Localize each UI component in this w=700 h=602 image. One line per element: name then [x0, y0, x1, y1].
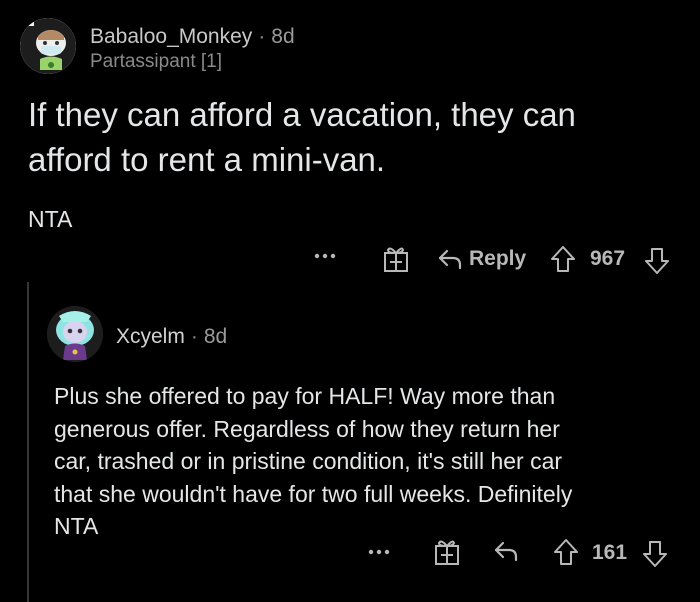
comment-age: 8d — [271, 25, 295, 48]
upvote-button[interactable] — [550, 245, 576, 273]
more-options-button[interactable] — [313, 250, 337, 262]
reply-arrow-icon — [494, 541, 518, 562]
arrow-down-icon — [645, 248, 669, 274]
score: 967 — [590, 247, 626, 270]
reply-button[interactable] — [493, 540, 519, 562]
downvote-button[interactable] — [644, 247, 670, 275]
author-name[interactable]: Xcyelm — [116, 325, 185, 348]
arrow-up-icon — [554, 539, 578, 565]
comment-body-line-2: afford to rent a mini-van. — [28, 141, 386, 178]
snoo-avatar-icon — [20, 18, 76, 74]
ellipsis-icon — [314, 253, 336, 259]
comment-age: 8d — [203, 325, 228, 348]
reply-arrow-icon — [438, 249, 462, 270]
comment-body-line-3: NTA — [28, 206, 73, 232]
snoo-avatar-icon — [47, 306, 103, 362]
score: 161 — [592, 541, 628, 564]
ellipsis-icon — [368, 549, 390, 555]
reply-label: Reply — [469, 247, 527, 270]
avatar[interactable] — [47, 306, 103, 362]
gift-icon — [435, 540, 459, 565]
more-options-button[interactable] — [367, 546, 391, 558]
author-name[interactable]: Babaloo_Monkey — [90, 25, 252, 48]
award-button[interactable] — [382, 245, 410, 273]
thread-line[interactable] — [27, 282, 29, 602]
separator: · — [190, 325, 198, 348]
downvote-button[interactable] — [642, 540, 668, 568]
user-flair: Partassipant [1] — [90, 51, 223, 72]
upvote-button[interactable] — [553, 538, 579, 566]
gift-icon — [384, 247, 408, 272]
award-button[interactable] — [433, 538, 461, 566]
separator: · — [258, 25, 266, 48]
reply-body: Plus she offered to pay for HALF! Way mo… — [54, 383, 573, 539]
author-line: Babaloo_Monkey · 8d — [90, 25, 295, 49]
arrow-down-icon — [643, 541, 667, 567]
arrow-up-icon — [551, 246, 575, 272]
author-line: Xcyelm · 8d — [116, 325, 227, 349]
reply-button[interactable]: Reply — [437, 245, 526, 273]
avatar[interactable] — [20, 18, 76, 74]
comment-body-line-1: If they can afford a vacation, they can — [28, 96, 576, 133]
